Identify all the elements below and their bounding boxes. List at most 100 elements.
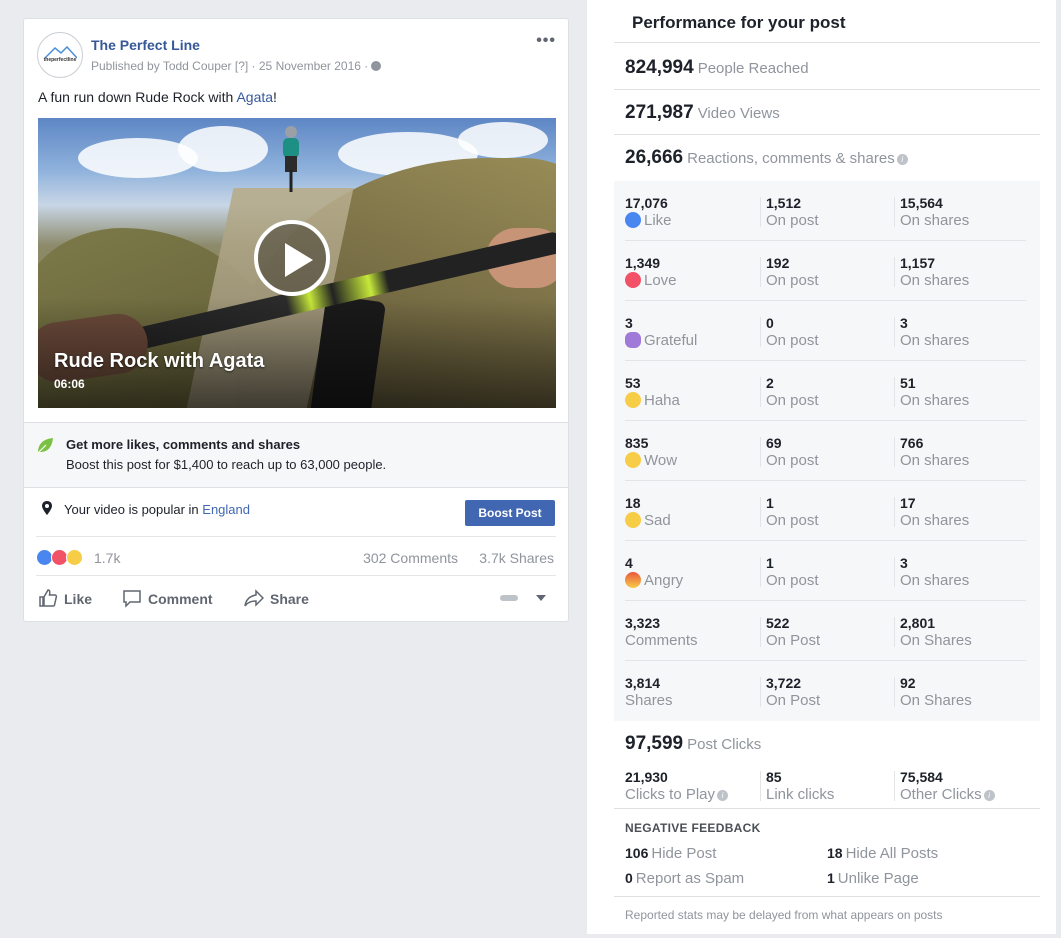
on-post-value: 0 [766, 315, 774, 331]
reactions-breakdown: 17,076 Like 1,512 On post 15,564 On shar… [614, 181, 1040, 721]
share-button-label: Share [270, 591, 309, 607]
breakdown-total-value: 3 [625, 315, 633, 331]
clicks-to-play: 21,930 Clicks to Play i [625, 769, 729, 804]
breakdown-row-haha: 53 Haha 2 On post 51 On shares [614, 361, 1040, 421]
video-views-metric: 271,987 Video Views [625, 102, 780, 124]
info-icon[interactable]: i [896, 154, 908, 165]
info-icon[interactable]: i [983, 790, 995, 801]
divider [894, 317, 895, 347]
breakdown-label-text: Wow [644, 452, 678, 469]
on-shares-label: On shares [900, 332, 970, 349]
on-post-label: On Post [766, 632, 821, 649]
more-options-icon[interactable]: ••• [536, 32, 556, 50]
divider [614, 42, 1040, 43]
people-reached-metric: 824,994 People Reached [625, 57, 809, 79]
boost-post-button[interactable]: Boost Post [465, 500, 555, 526]
on-shares-label: On shares [900, 272, 970, 289]
on-post-label: On post [766, 212, 819, 229]
on-shares-value: 1,157 [900, 255, 936, 271]
post-text-end: ! [273, 89, 277, 105]
on-post-label: On post [766, 572, 819, 589]
clicks-to-play-text: Clicks to Play [625, 786, 716, 803]
post-meta-text: Published by Todd Couper [?] · 25 Novemb… [91, 59, 369, 73]
info-icon[interactable]: i [717, 790, 729, 801]
breakdown-label-text: Love [644, 272, 677, 289]
breakdown-row-comments: 3,323 Comments 522 On Post 2,801 On Shar… [614, 601, 1040, 661]
reactions-count[interactable]: 1.7k [94, 550, 120, 566]
breakdown-row-wow: 835 Wow 69 On post 766 On shares [614, 421, 1040, 481]
post-clicks-metric: 97,599 Post Clicks [625, 733, 761, 755]
comment-button[interactable]: Comment [122, 588, 222, 610]
on-shares-value: 3 [900, 315, 908, 331]
breakdown-total: 1,349 Love [625, 255, 677, 290]
on-shares-value: 2,801 [900, 615, 936, 631]
breakdown-row-angry: 4 Angry 1 On post 3 On shares [614, 541, 1040, 601]
divider [760, 771, 761, 801]
wow-reaction-icon[interactable] [66, 549, 83, 566]
divider [894, 771, 895, 801]
divider [760, 497, 761, 527]
clicks-to-play-label: Clicks to Play i [625, 786, 729, 804]
on-shares-label: On Shares [900, 692, 972, 709]
like-button[interactable]: Like [38, 588, 102, 610]
breakdown-row-shares: 3,814 Shares 3,722 On Post 92 On Shares [614, 661, 1040, 721]
on-shares-value: 51 [900, 375, 916, 391]
video-duration: 06:06 [54, 377, 85, 391]
video-scene-cloud [178, 126, 268, 172]
video-views-value: 271,987 [625, 102, 694, 123]
boost-tip-title: Get more likes, comments and shares [66, 437, 301, 452]
other-clicks-label: Other Clicks i [900, 786, 995, 804]
breakdown-on-post: 192 On post [766, 255, 819, 290]
like-icon [625, 212, 641, 228]
divider [614, 896, 1040, 897]
post-clicks-value: 97,599 [625, 733, 684, 754]
love-icon [625, 272, 641, 288]
thumbs-up-icon [39, 589, 58, 607]
location-link[interactable]: England [202, 502, 250, 517]
breakdown-total-value: 17,076 [625, 195, 668, 211]
on-post-value: 69 [766, 435, 782, 451]
breakdown-on-post: 2 On post [766, 375, 819, 410]
sad-icon [625, 512, 641, 528]
boost-tip: Get more likes, comments and shares Boos… [24, 422, 568, 488]
breakdown-row-like: 17,076 Like 1,512 On post 15,564 On shar… [614, 181, 1040, 241]
breakdown-row-love: 1,349 Love 192 On post 1,157 On shares [614, 241, 1040, 301]
on-shares-label: On shares [900, 392, 970, 409]
share-icon [244, 589, 264, 607]
tagged-person-link[interactable]: Agata [236, 89, 273, 105]
link-clicks: 85 Link clicks [766, 769, 834, 804]
page-name-link[interactable]: The Perfect Line [91, 37, 200, 53]
video-player[interactable]: Rude Rock with Agata 06:06 [38, 118, 556, 408]
on-post-value: 1 [766, 555, 774, 571]
play-icon [285, 243, 313, 277]
on-post-label: On Post [766, 692, 821, 709]
video-scene-cloud [458, 122, 548, 158]
report-spam-stat: 0 Report as Spam [625, 870, 744, 887]
share-button[interactable]: Share [244, 588, 324, 610]
post-insights-panel: Performance for your post 824,994 People … [587, 0, 1056, 934]
on-post-label: On post [766, 452, 819, 469]
divider [614, 134, 1040, 135]
page-avatar[interactable]: theperfectline [37, 32, 83, 78]
grateful-icon [625, 332, 641, 348]
leaf-icon [37, 438, 53, 454]
breakdown-total: 835 Wow [625, 435, 677, 470]
video-title: Rude Rock with Agata [54, 350, 265, 372]
audience-selector[interactable] [500, 591, 546, 607]
on-shares-value: 766 [900, 435, 924, 451]
breakdown-on-post: 1,512 On post [766, 195, 819, 230]
play-button[interactable] [254, 220, 330, 296]
on-post-value: 1,512 [766, 195, 802, 211]
engagement-label: Reactions, comments & shares [687, 150, 895, 167]
comments-count-link[interactable]: 302 Comments [363, 550, 458, 566]
divider [894, 437, 895, 467]
people-reached-label: People Reached [697, 60, 809, 77]
hide-all-posts-label: Hide All Posts [845, 845, 939, 862]
rider-figure [283, 126, 299, 192]
popular-location-row: Your video is popular in England Boost P… [24, 489, 568, 535]
divider [894, 377, 895, 407]
breakdown-label-text: Sad [644, 512, 671, 529]
shares-count-link[interactable]: 3.7k Shares [479, 550, 554, 566]
post-header: theperfectline The Perfect Line Publishe… [37, 32, 556, 84]
insights-title: Performance for your post [632, 13, 846, 32]
